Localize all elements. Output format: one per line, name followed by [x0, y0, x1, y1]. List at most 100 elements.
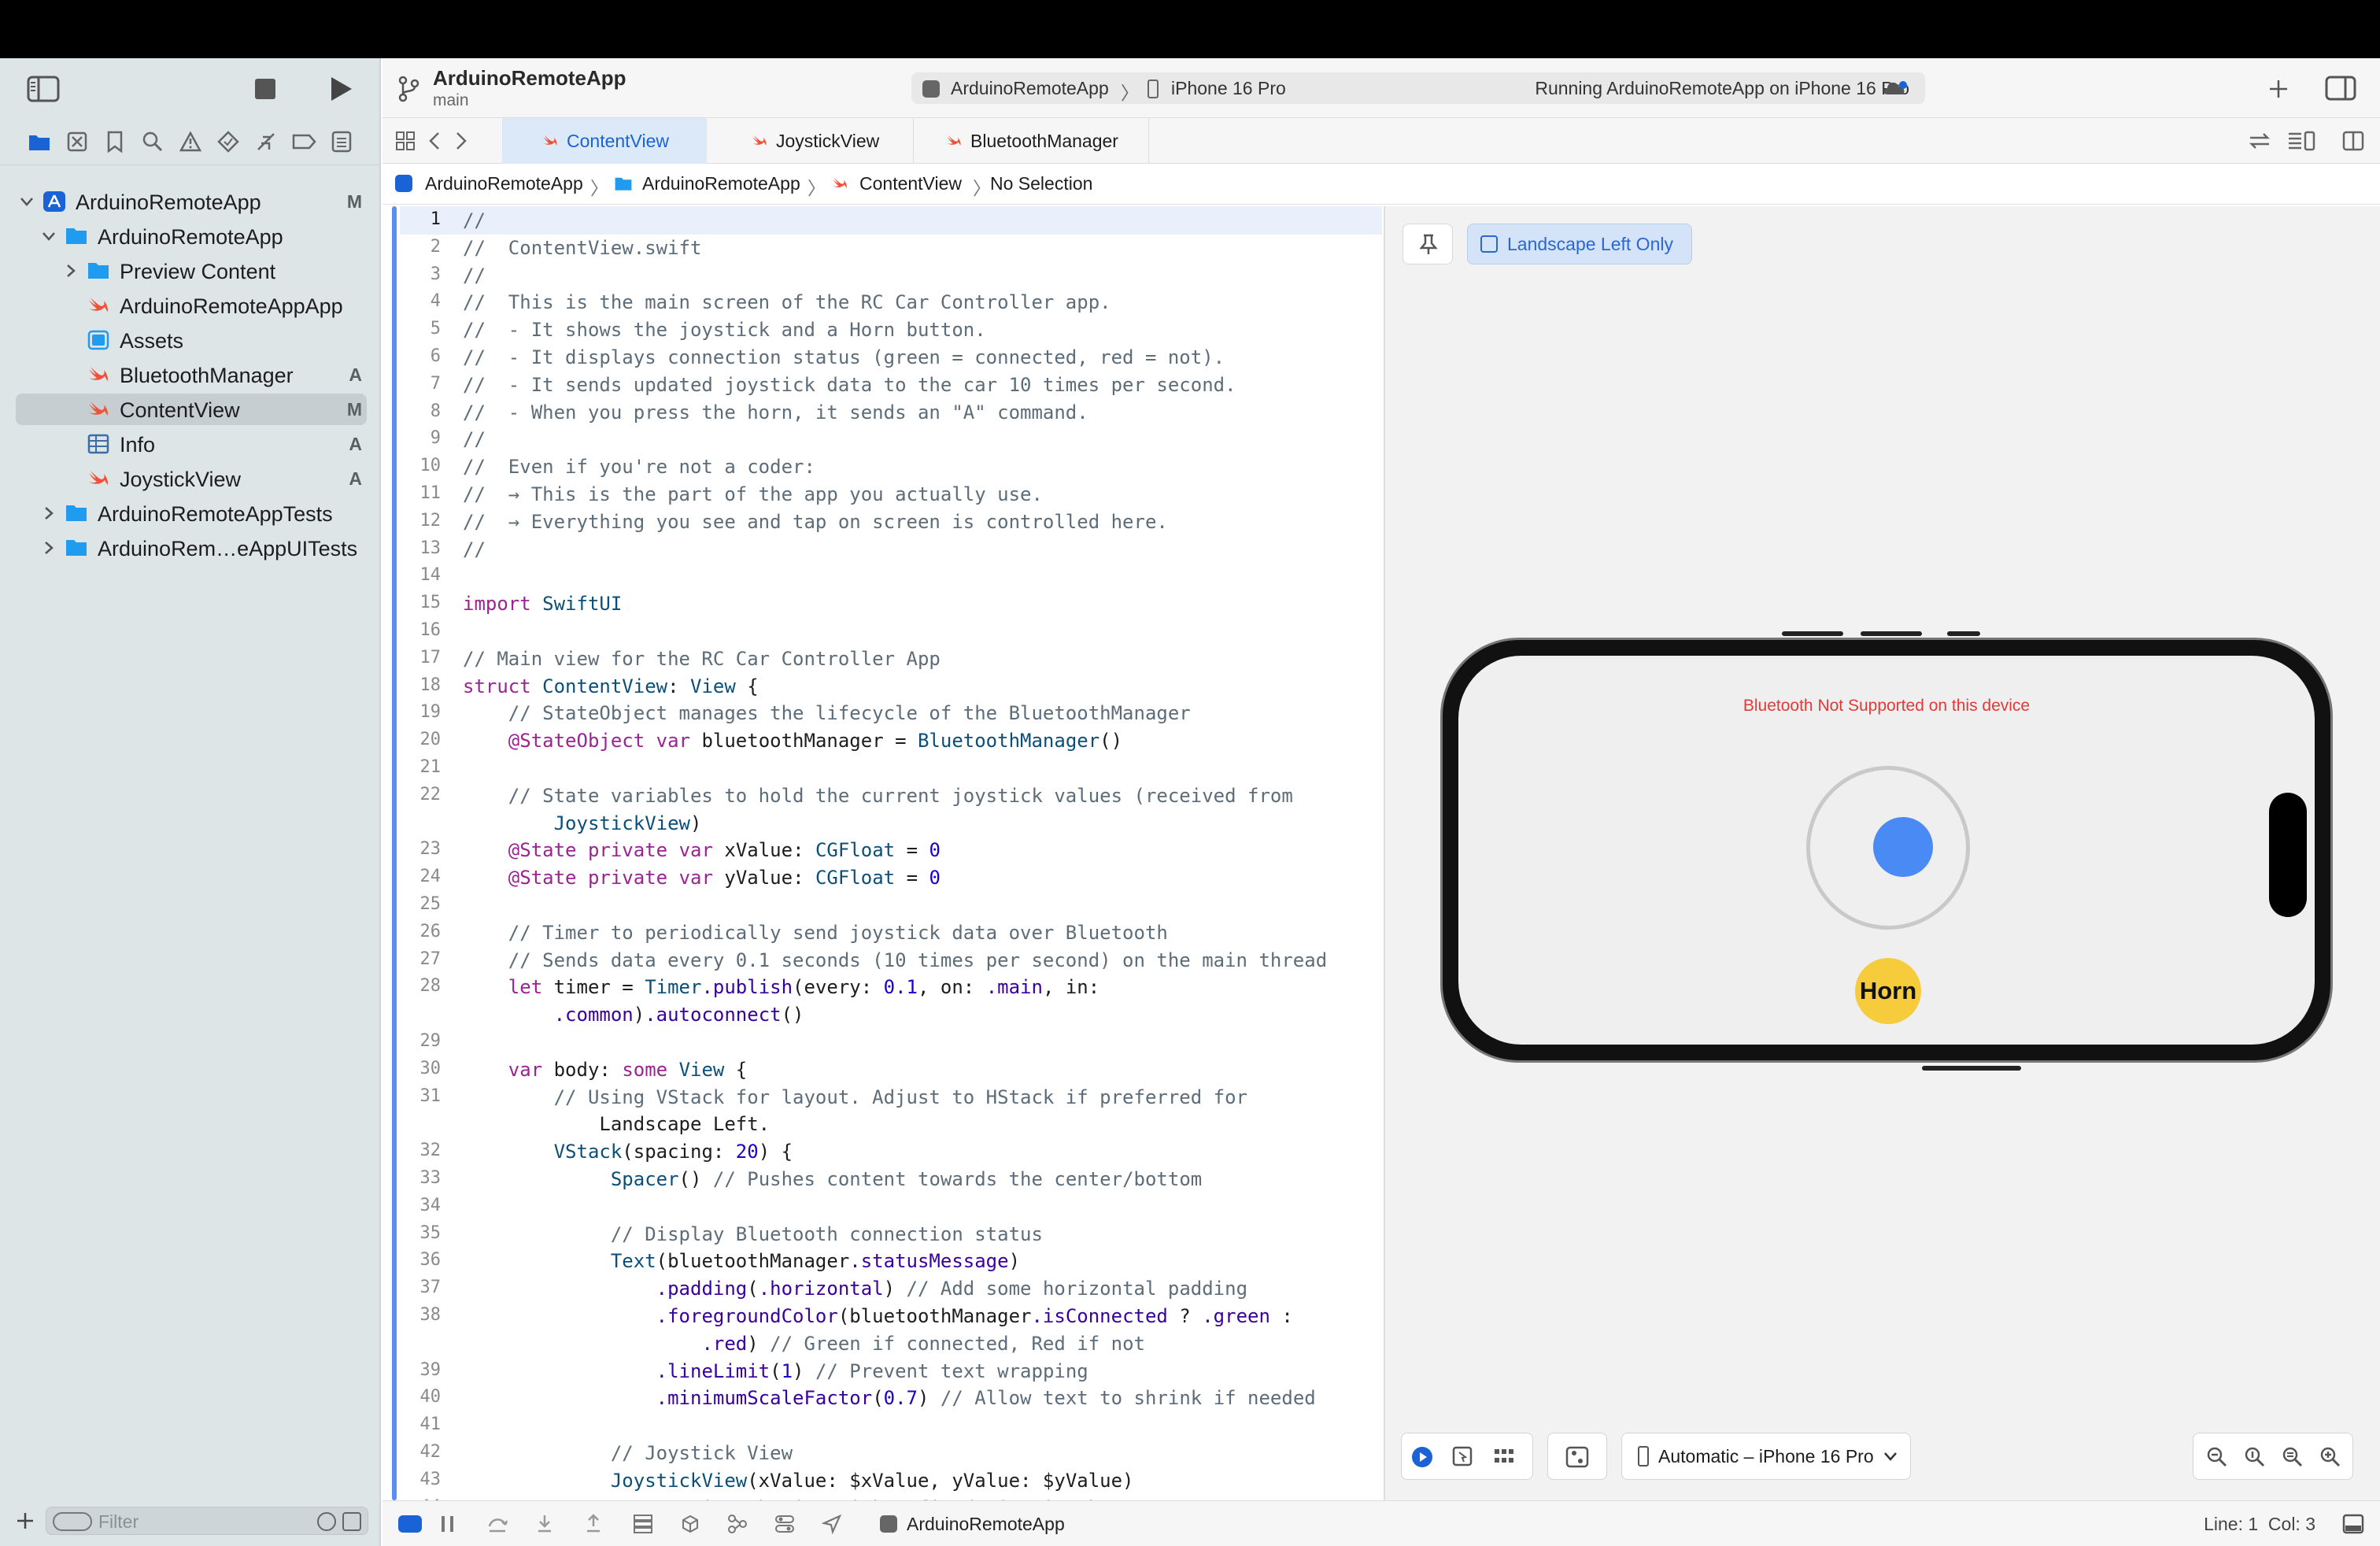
horn-button[interactable]: Horn — [1855, 958, 1921, 1024]
code-line[interactable]: .padding(.horizontal) // Add some horizo… — [463, 1278, 1247, 1300]
code-line[interactable]: // ContentView.swift — [463, 237, 701, 259]
code-line[interactable]: @State private var xValue: CGFloat = 0 — [463, 839, 941, 861]
grid-icon[interactable] — [395, 131, 416, 151]
code-line[interactable]: // - When you press the horn, it sends a… — [463, 401, 1088, 423]
tree-item-project[interactable]: ArduinoRemoteApp M — [16, 186, 367, 217]
source-editor[interactable]: 1 // 2 // ContentView.swift 3 // 4 // This is t… — [382, 206, 1382, 1500]
run-destination[interactable]: iPhone 16 Pro — [1171, 78, 1286, 99]
run-icon[interactable] — [327, 76, 354, 102]
filter-field[interactable]: Filter — [46, 1507, 368, 1535]
tab-bluetoothmanager[interactable]: BluetoothManager — [913, 118, 1149, 164]
breadcrumb-project[interactable]: ArduinoRemoteApp — [425, 173, 583, 194]
back-icon[interactable] — [427, 131, 442, 151]
step-over-icon[interactable] — [486, 1514, 508, 1534]
zoom-out-icon[interactable] — [2206, 1446, 2228, 1468]
test-icon[interactable] — [213, 126, 244, 157]
tree-item-tests[interactable]: ArduinoRemoteAppTests — [16, 497, 367, 529]
cloud-icon[interactable] — [1881, 79, 1909, 96]
step-out-icon[interactable] — [584, 1514, 603, 1534]
code-line[interactable]: .red) // Green if connected, Red if not — [463, 1333, 1145, 1355]
code-line[interactable]: // → Everything you see and tap on scree… — [463, 511, 1168, 533]
stop-icon[interactable] — [255, 79, 275, 99]
select-mode-icon[interactable] — [1452, 1446, 1473, 1466]
code-line[interactable]: let timer = Timer.publish(every: 0.1, on… — [463, 976, 1099, 998]
report-icon[interactable] — [326, 126, 357, 157]
zoom-100-icon[interactable] — [2244, 1446, 2266, 1468]
code-line[interactable]: // - It displays connection status (gree… — [463, 346, 1225, 368]
recent-files-icon[interactable] — [317, 1512, 336, 1531]
variants-icon[interactable] — [1493, 1446, 1515, 1466]
code-line[interactable]: VStack(spacing: 20) { — [463, 1141, 793, 1163]
chevron-right-icon[interactable] — [63, 263, 79, 279]
source-filter-icon[interactable] — [342, 1512, 361, 1531]
joystick-base[interactable] — [1806, 766, 1970, 930]
code-line[interactable]: JoystickView) — [463, 812, 702, 834]
code-line[interactable]: @State private var yValue: CGFloat = 0 — [463, 867, 941, 889]
forward-icon[interactable] — [453, 131, 469, 151]
orientation-button[interactable]: Landscape Left Only — [1467, 224, 1692, 264]
code-line[interactable]: Landscape Left. — [463, 1113, 770, 1135]
source-control-icon[interactable] — [61, 126, 93, 157]
code-line[interactable]: .lineLimit(1) // Prevent text wrapping — [463, 1360, 1088, 1382]
code-line[interactable]: // Display Bluetooth connection status — [463, 1223, 1043, 1245]
tree-item-preview-content[interactable]: Preview Content — [16, 255, 367, 287]
code-line[interactable]: // — [463, 428, 486, 450]
console-toggle-icon[interactable] — [398, 1515, 422, 1533]
tree-item-file[interactable]: JoystickView A — [16, 463, 367, 494]
code-line[interactable]: import SwiftUI — [463, 593, 622, 615]
inspector-toggle-icon[interactable] — [2325, 76, 2356, 101]
breadcrumb-selection[interactable]: No Selection — [990, 173, 1092, 194]
zoom-fit-icon[interactable] — [2282, 1446, 2304, 1468]
filter-options-icon[interactable] — [53, 1512, 92, 1531]
code-line[interactable]: struct ContentView: View { — [463, 675, 759, 697]
preview-device-selector[interactable]: Automatic – iPhone 16 Pro — [1621, 1433, 1911, 1480]
code-line[interactable]: .common).autoconnect() — [463, 1004, 804, 1026]
code-line[interactable]: @StateObject var bluetoothManager = Blue… — [463, 730, 1122, 752]
chevron-right-icon[interactable] — [41, 505, 57, 521]
code-line[interactable]: // Timer to periodically send joystick d… — [463, 922, 1168, 944]
code-line[interactable]: // - It shows the joystick and a Horn bu… — [463, 319, 986, 341]
code-line[interactable]: // - It sends updated joystick data to t… — [463, 374, 1236, 396]
breakpoint-icon[interactable] — [288, 126, 320, 157]
pin-button[interactable] — [1402, 224, 1453, 264]
code-line[interactable]: JoystickView(xValue: $xValue, yValue: $y… — [463, 1470, 1134, 1492]
tree-item-group[interactable]: ArduinoRemoteApp — [16, 220, 367, 252]
code-line[interactable]: // Joystick View — [463, 1442, 793, 1464]
device-settings-button[interactable] — [1547, 1433, 1607, 1480]
chevron-down-icon[interactable] — [41, 228, 57, 244]
search-icon[interactable] — [137, 126, 168, 157]
memory-graph-icon[interactable] — [680, 1514, 700, 1534]
breadcrumb-file[interactable]: ContentView — [859, 173, 962, 194]
code-line[interactable]: // Main view for the RC Car Controller A… — [463, 648, 941, 670]
chevron-right-icon[interactable] — [41, 540, 57, 556]
scheme-target[interactable]: ArduinoRemoteApp — [951, 78, 1109, 99]
warning-icon[interactable] — [175, 126, 206, 157]
code-line[interactable]: Text(bluetoothManager.statusMessage) — [463, 1250, 1020, 1272]
pause-icon[interactable] — [439, 1514, 456, 1534]
swap-icon[interactable] — [2248, 132, 2271, 150]
tab-contentview[interactable]: ContentView — [502, 118, 707, 164]
sidebar-toggle-icon[interactable] — [27, 76, 60, 102]
split-editor-icon[interactable] — [2342, 131, 2364, 151]
breadcrumb-group[interactable]: ArduinoRemoteApp — [642, 173, 800, 194]
live-play-icon[interactable] — [1411, 1446, 1433, 1468]
location-icon[interactable] — [822, 1514, 842, 1534]
tab-joystickview[interactable]: JoystickView — [707, 118, 911, 164]
code-line[interactable]: // This is the main screen of the RC Car… — [463, 291, 1111, 313]
code-line[interactable]: // Sends data every 0.1 seconds (10 time… — [463, 949, 1327, 971]
code-line[interactable]: // Using VStack for layout. Adjust to HS… — [463, 1086, 1247, 1108]
code-line[interactable]: .minimumScaleFactor(0.7) // Allow text t… — [463, 1387, 1316, 1409]
code-line[interactable]: Spacer() // Pushes content towards the c… — [463, 1168, 1202, 1190]
add-icon[interactable] — [16, 1511, 35, 1530]
tree-item-uitests[interactable]: ArduinoRem…eAppUITests — [16, 532, 367, 564]
code-line[interactable]: // — [463, 209, 486, 231]
code-line[interactable]: // — [463, 538, 486, 560]
joystick-knob[interactable] — [1873, 817, 1933, 877]
code-line[interactable]: // StateObject manages the lifecycle of … — [463, 702, 1191, 724]
debug-icon[interactable] — [250, 126, 282, 157]
code-line[interactable]: .foregroundColor(bluetoothManager.isConn… — [463, 1305, 1293, 1327]
code-line[interactable]: // → This is the part of the app you act… — [463, 483, 1043, 505]
debug-target[interactable]: ArduinoRemoteApp — [907, 1514, 1065, 1535]
tree-item-file[interactable]: BluetoothManager A — [16, 359, 367, 390]
code-line[interactable]: // — [463, 264, 486, 287]
